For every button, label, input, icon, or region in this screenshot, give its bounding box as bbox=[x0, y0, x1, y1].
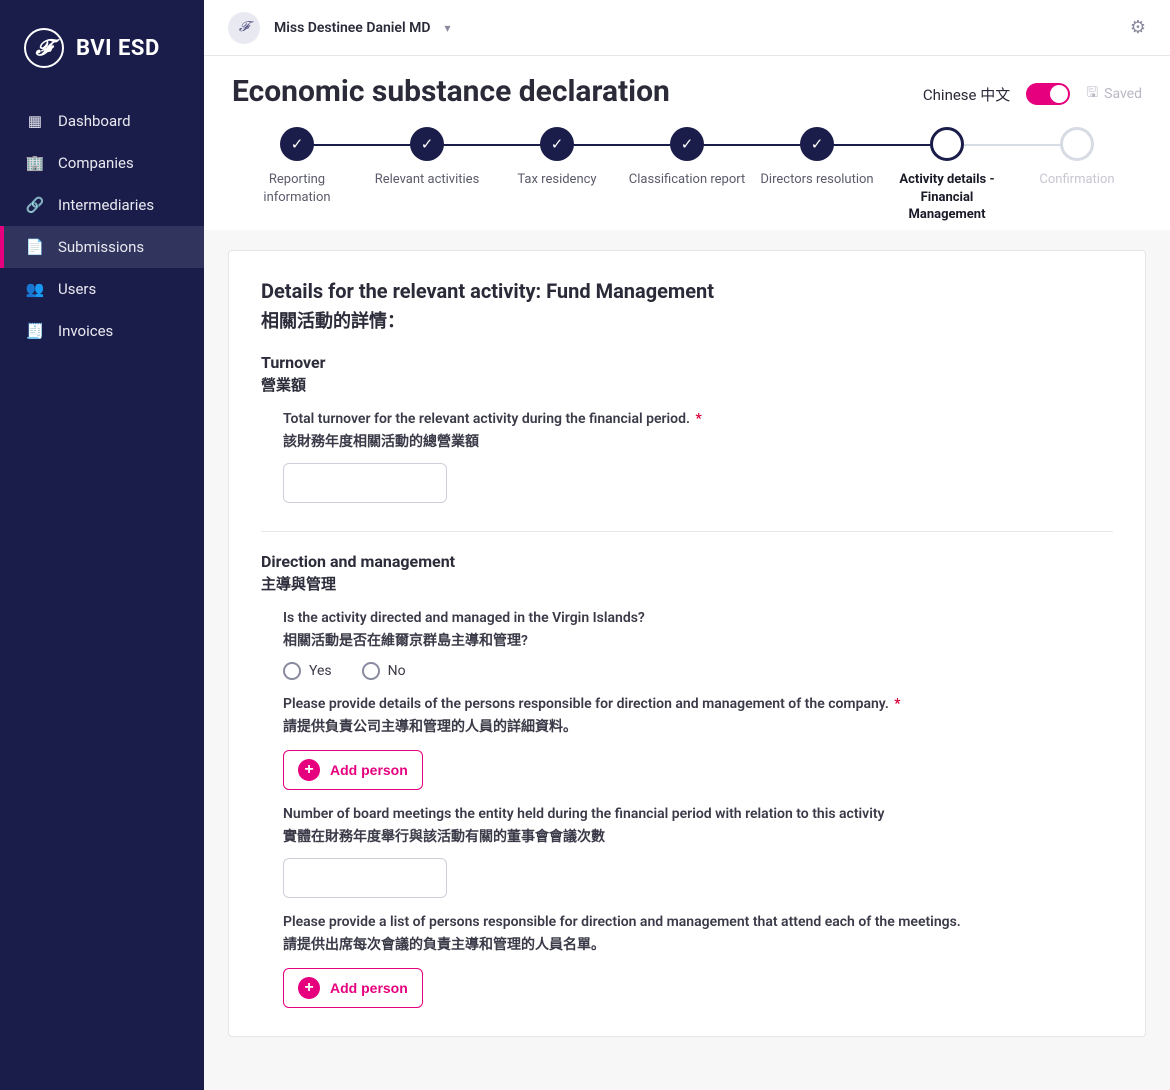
invoices-icon: 🧾 bbox=[26, 322, 44, 340]
plus-icon: + bbox=[298, 759, 320, 781]
section-direction-en: Direction and management bbox=[261, 552, 1113, 571]
q-attendees-en: Please provide a list of persons respons… bbox=[283, 914, 1113, 930]
radio-yes[interactable]: Yes bbox=[283, 662, 332, 680]
add-person-label: Add person bbox=[330, 980, 408, 996]
q-directed-en: Is the activity directed and managed in … bbox=[283, 610, 1113, 626]
step-directors-resolution[interactable]: ✓ Directors resolution bbox=[752, 127, 882, 189]
sidebar-item-submissions[interactable]: 📄 Submissions bbox=[0, 226, 204, 268]
chevron-down-icon[interactable]: ▾ bbox=[444, 21, 450, 35]
step-label: Reporting information bbox=[237, 171, 357, 206]
form-heading-zh: 相關活動的詳情： bbox=[261, 307, 1113, 333]
main: 𝓕 Miss Destinee Daniel MD ▾ ⚙ Economic s… bbox=[204, 0, 1170, 1090]
step-classification-report[interactable]: ✓ Classification report bbox=[622, 127, 752, 189]
page-title: Economic substance declaration bbox=[232, 74, 670, 109]
question-attendees: Please provide a list of persons respons… bbox=[283, 914, 1113, 1008]
page-head: Economic substance declaration Chinese 中… bbox=[204, 56, 1170, 230]
q-turnover-zh: 該財務年度相關活動的總營業額 bbox=[283, 431, 1113, 451]
intermediaries-icon: 🔗 bbox=[26, 196, 44, 214]
sidebar-item-dashboard[interactable]: ▦ Dashboard bbox=[0, 100, 204, 142]
q-directed-zh: 相關活動是否在維爾京群島主導和管理? bbox=[283, 630, 1113, 650]
q-persons-en: Please provide details of the persons re… bbox=[283, 696, 889, 712]
q-meetings-en: Number of board meetings the entity held… bbox=[283, 806, 1113, 822]
step-label: Directors resolution bbox=[760, 171, 873, 189]
check-icon: ✓ bbox=[800, 127, 834, 161]
section-turnover-zh: 營業額 bbox=[261, 374, 1113, 395]
users-icon: 👥 bbox=[26, 280, 44, 298]
brand: 𝓕 BVI ESD bbox=[0, 0, 204, 100]
step-reporting-information[interactable]: ✓ Reporting information bbox=[232, 127, 362, 206]
question-board-meetings: Number of board meetings the entity held… bbox=[283, 806, 1113, 898]
sidebar-item-label: Invoices bbox=[58, 322, 113, 340]
gear-icon[interactable]: ⚙ bbox=[1130, 17, 1146, 38]
sidebar-item-intermediaries[interactable]: 🔗 Intermediaries bbox=[0, 184, 204, 226]
step-current-icon bbox=[930, 127, 964, 161]
sidebar-nav: ▦ Dashboard 🏢 Companies 🔗 Intermediaries… bbox=[0, 100, 204, 352]
sidebar-item-label: Intermediaries bbox=[58, 196, 154, 214]
radio-icon bbox=[362, 662, 380, 680]
section-turnover-en: Turnover bbox=[261, 353, 1113, 372]
question-turnover-total: Total turnover for the relevant activity… bbox=[283, 411, 1113, 503]
sidebar-item-label: Submissions bbox=[58, 238, 144, 256]
step-tax-residency[interactable]: ✓ Tax residency bbox=[492, 127, 622, 189]
saved-label: Saved bbox=[1104, 86, 1142, 102]
stepper: ✓ Reporting information ✓ Relevant activ… bbox=[232, 127, 1142, 224]
add-person-label: Add person bbox=[330, 762, 408, 778]
companies-icon: 🏢 bbox=[26, 154, 44, 172]
check-icon: ✓ bbox=[280, 127, 314, 161]
question-persons-responsible: Please provide details of the persons re… bbox=[283, 696, 1113, 790]
content-wrap: Details for the relevant activity: Fund … bbox=[204, 230, 1170, 1090]
form-card: Details for the relevant activity: Fund … bbox=[228, 250, 1146, 1037]
step-label: Activity details - Financial Management bbox=[887, 171, 1007, 224]
form-heading-en: Details for the relevant activity: Fund … bbox=[261, 279, 1113, 303]
step-confirmation[interactable]: Confirmation bbox=[1012, 127, 1142, 189]
brand-logo-icon: 𝓕 bbox=[24, 28, 64, 68]
check-icon: ✓ bbox=[540, 127, 574, 161]
step-label: Tax residency bbox=[517, 171, 596, 189]
saved-status: 🖫 Saved bbox=[1086, 82, 1142, 106]
board-meetings-input[interactable] bbox=[283, 858, 447, 898]
sidebar-item-invoices[interactable]: 🧾 Invoices bbox=[0, 310, 204, 352]
user-name: Miss Destinee Daniel MD bbox=[274, 20, 430, 36]
sidebar-item-label: Users bbox=[58, 280, 96, 298]
section-direction-zh: 主導與管理 bbox=[261, 573, 1113, 594]
plus-icon: + bbox=[298, 977, 320, 999]
q-meetings-zh: 實體在財務年度舉行與該活動有關的董事會會議次數 bbox=[283, 826, 1113, 846]
step-label: Classification report bbox=[629, 171, 745, 189]
step-label: Relevant activities bbox=[375, 171, 480, 189]
step-future-icon bbox=[1060, 127, 1094, 161]
step-label: Confirmation bbox=[1039, 171, 1114, 189]
q-persons-zh: 請提供負責公司主導和管理的人員的詳細資料。 bbox=[283, 716, 1113, 736]
q-attendees-zh: 請提供出席每次會議的負責主導和管理的人員名單。 bbox=[283, 934, 1113, 954]
sidebar-item-label: Dashboard bbox=[58, 112, 131, 130]
divider bbox=[261, 531, 1113, 532]
brand-text: BVI ESD bbox=[76, 36, 160, 61]
add-person-button[interactable]: + Add person bbox=[283, 750, 423, 790]
radio-icon bbox=[283, 662, 301, 680]
sidebar-item-companies[interactable]: 🏢 Companies bbox=[0, 142, 204, 184]
add-person-button-2[interactable]: + Add person bbox=[283, 968, 423, 1008]
question-directed-managed: Is the activity directed and managed in … bbox=[283, 610, 1113, 680]
radio-no-label: No bbox=[388, 663, 406, 679]
sidebar: 𝓕 BVI ESD ▦ Dashboard 🏢 Companies 🔗 Inte… bbox=[0, 0, 204, 1090]
avatar[interactable]: 𝓕 bbox=[228, 12, 260, 44]
radio-yes-label: Yes bbox=[309, 663, 332, 679]
step-activity-details[interactable]: Activity details - Financial Management bbox=[882, 127, 1012, 224]
radio-no[interactable]: No bbox=[362, 662, 406, 680]
turnover-input[interactable] bbox=[283, 463, 447, 503]
dashboard-icon: ▦ bbox=[26, 112, 44, 130]
topbar: 𝓕 Miss Destinee Daniel MD ▾ ⚙ bbox=[204, 0, 1170, 56]
check-icon: ✓ bbox=[410, 127, 444, 161]
submissions-icon: 📄 bbox=[26, 238, 44, 256]
q-turnover-en: Total turnover for the relevant activity… bbox=[283, 411, 690, 427]
language-toggle[interactable] bbox=[1026, 83, 1070, 105]
language-label: Chinese 中文 bbox=[923, 84, 1010, 105]
save-icon: 🖫 bbox=[1086, 82, 1098, 106]
required-asterisk: * bbox=[894, 696, 900, 712]
required-asterisk: * bbox=[695, 411, 701, 427]
check-icon: ✓ bbox=[670, 127, 704, 161]
step-relevant-activities[interactable]: ✓ Relevant activities bbox=[362, 127, 492, 189]
sidebar-item-users[interactable]: 👥 Users bbox=[0, 268, 204, 310]
sidebar-item-label: Companies bbox=[58, 154, 134, 172]
